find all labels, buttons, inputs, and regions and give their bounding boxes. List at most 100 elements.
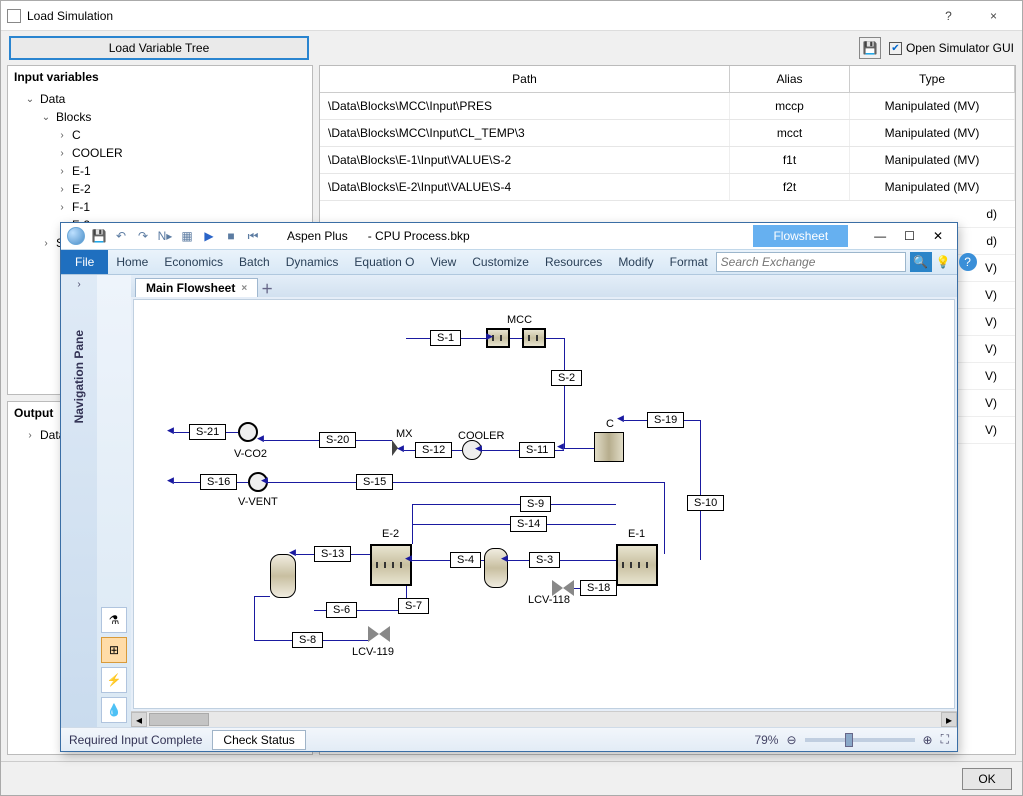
- stream-s15[interactable]: S-15: [356, 474, 393, 490]
- stream-s2[interactable]: S-2: [551, 370, 582, 386]
- aspen-close-button[interactable]: ✕: [933, 229, 943, 243]
- grid-row[interactable]: \Data\Blocks\E-2\Input\VALUE\S-4f2tManip…: [320, 174, 1015, 201]
- ribbon-tab-modify[interactable]: Modify: [610, 250, 661, 274]
- tab-close-icon[interactable]: ×: [241, 283, 247, 294]
- stream-s16[interactable]: S-16: [200, 474, 237, 490]
- scroll-right-icon[interactable]: ▸: [941, 712, 957, 727]
- block-e1[interactable]: [616, 544, 658, 586]
- block-flash-2[interactable]: [270, 554, 296, 598]
- stream-s1[interactable]: S-1: [430, 330, 461, 346]
- ribbon-tab-dynamics[interactable]: Dynamics: [278, 250, 347, 274]
- col-type[interactable]: Type: [850, 66, 1015, 92]
- block-lcv119[interactable]: [368, 626, 390, 642]
- block-e2[interactable]: [370, 544, 412, 586]
- grid-row[interactable]: \Data\Blocks\E-1\Input\VALUE\S-2f1tManip…: [320, 147, 1015, 174]
- ribbon-tab-customize[interactable]: Customize: [464, 250, 537, 274]
- stream-s3[interactable]: S-3: [529, 552, 560, 568]
- qat-next-icon[interactable]: N▸: [157, 229, 173, 243]
- tree-row[interactable]: ⌄Blocks: [12, 108, 308, 126]
- ribbon-tab-equation-o[interactable]: Equation O: [346, 250, 422, 274]
- flowsheet-canvas[interactable]: MCC S-1 S-2 C S-19 COOLER: [133, 299, 955, 709]
- block-mcc-stage[interactable]: [522, 328, 546, 348]
- grid-row[interactable]: \Data\Blocks\MCC\Input\PRESmccpManipulat…: [320, 93, 1015, 120]
- stream-s9[interactable]: S-9: [520, 496, 551, 512]
- stream-s14[interactable]: S-14: [510, 516, 547, 532]
- check-status-button[interactable]: Check Status: [212, 730, 305, 750]
- qat-redo-icon[interactable]: ↷: [135, 229, 151, 243]
- expand-icon[interactable]: ›: [56, 148, 68, 159]
- stream-s13[interactable]: S-13: [314, 546, 351, 562]
- ribbon-tab-home[interactable]: Home: [108, 250, 156, 274]
- tree-row[interactable]: ›COOLER: [12, 144, 308, 162]
- aspen-maximize-button[interactable]: ☐: [904, 229, 915, 243]
- context-tab-flowsheet[interactable]: Flowsheet: [753, 225, 848, 247]
- scroll-thumb[interactable]: [149, 713, 209, 726]
- ribbon-tab-economics[interactable]: Economics: [156, 250, 231, 274]
- navpane-collapse-icon[interactable]: ›: [77, 279, 80, 290]
- zoom-in-button[interactable]: ⊕: [923, 733, 933, 747]
- col-path[interactable]: Path: [320, 66, 730, 92]
- palette-energy-icon[interactable]: ⚡: [101, 667, 127, 693]
- palette-flask-icon[interactable]: ⚗: [101, 607, 127, 633]
- ribbon-tab-format[interactable]: Format: [662, 250, 716, 274]
- collapse-icon[interactable]: ⌄: [40, 112, 52, 123]
- aspen-minimize-button[interactable]: —: [874, 229, 886, 243]
- tree-row[interactable]: ›C: [12, 126, 308, 144]
- ribbon-tab-resources[interactable]: Resources: [537, 250, 610, 274]
- main-flowsheet-tab[interactable]: Main Flowsheet ×: [135, 278, 258, 297]
- load-variable-tree-button[interactable]: Load Variable Tree: [9, 36, 309, 60]
- stream-s19[interactable]: S-19: [647, 412, 684, 428]
- navigation-pane[interactable]: › Navigation Pane: [61, 275, 97, 727]
- qat-panel-icon[interactable]: ▦: [179, 229, 195, 243]
- block-compressor[interactable]: [594, 432, 624, 462]
- lightbulb-icon[interactable]: 💡: [936, 255, 951, 269]
- tree-row[interactable]: ⌄Data: [12, 90, 308, 108]
- qat-run-icon[interactable]: ▶: [201, 229, 217, 243]
- scroll-left-icon[interactable]: ◂: [131, 712, 147, 727]
- help-icon[interactable]: ?: [959, 253, 977, 271]
- qat-reset-icon[interactable]: ⏮: [245, 229, 261, 244]
- tree-row[interactable]: ›E-2: [12, 180, 308, 198]
- stream-s11[interactable]: S-11: [519, 442, 555, 458]
- grid-row[interactable]: \Data\Blocks\MCC\Input\CL_TEMP\3mcctMani…: [320, 120, 1015, 147]
- stream-s12[interactable]: S-12: [415, 442, 452, 458]
- palette-droplet-icon[interactable]: 💧: [101, 697, 127, 723]
- stream-s6[interactable]: S-6: [326, 602, 357, 618]
- zoom-out-button[interactable]: ⊖: [786, 733, 796, 747]
- add-tab-button[interactable]: ＋: [258, 280, 276, 297]
- collapse-icon[interactable]: ⌄: [24, 94, 36, 105]
- stream-s18[interactable]: S-18: [580, 580, 617, 596]
- expand-icon[interactable]: ›: [56, 184, 68, 195]
- stream-s4[interactable]: S-4: [450, 552, 481, 568]
- qat-undo-icon[interactable]: ↶: [113, 229, 129, 243]
- expand-icon[interactable]: ›: [56, 166, 68, 177]
- save-icon[interactable]: 💾: [859, 37, 881, 59]
- palette-flowsheet-icon[interactable]: ⊞: [101, 637, 127, 663]
- block-vco2[interactable]: [238, 422, 258, 442]
- help-button[interactable]: ?: [926, 2, 971, 30]
- qat-save-icon[interactable]: 💾: [91, 229, 107, 243]
- ok-button[interactable]: OK: [962, 768, 1012, 790]
- zoom-slider[interactable]: [805, 738, 915, 742]
- search-exchange-input[interactable]: [716, 252, 906, 272]
- qat-stop-icon[interactable]: ■: [223, 229, 239, 243]
- tree-row[interactable]: ›F-1: [12, 198, 308, 216]
- col-alias[interactable]: Alias: [730, 66, 850, 92]
- expand-icon[interactable]: ›: [56, 202, 68, 213]
- fit-screen-icon[interactable]: ⛶: [941, 732, 949, 747]
- search-button[interactable]: 🔍: [910, 252, 932, 272]
- expand-icon[interactable]: ›: [24, 430, 36, 441]
- expand-icon[interactable]: ›: [56, 130, 68, 141]
- ribbon-file-tab[interactable]: File: [61, 250, 108, 274]
- expand-icon[interactable]: ›: [40, 238, 52, 249]
- stream-s7[interactable]: S-7: [398, 598, 429, 614]
- tree-row[interactable]: ›E-1: [12, 162, 308, 180]
- stream-s21[interactable]: S-21: [189, 424, 226, 440]
- stream-s20[interactable]: S-20: [319, 432, 356, 448]
- stream-s8[interactable]: S-8: [292, 632, 323, 648]
- ribbon-tab-view[interactable]: View: [422, 250, 464, 274]
- stream-s10[interactable]: S-10: [687, 495, 724, 511]
- close-button[interactable]: ×: [971, 2, 1016, 30]
- canvas-h-scrollbar[interactable]: ◂ ▸: [131, 711, 957, 727]
- open-simulator-checkbox[interactable]: ✔ Open Simulator GUI: [889, 41, 1014, 55]
